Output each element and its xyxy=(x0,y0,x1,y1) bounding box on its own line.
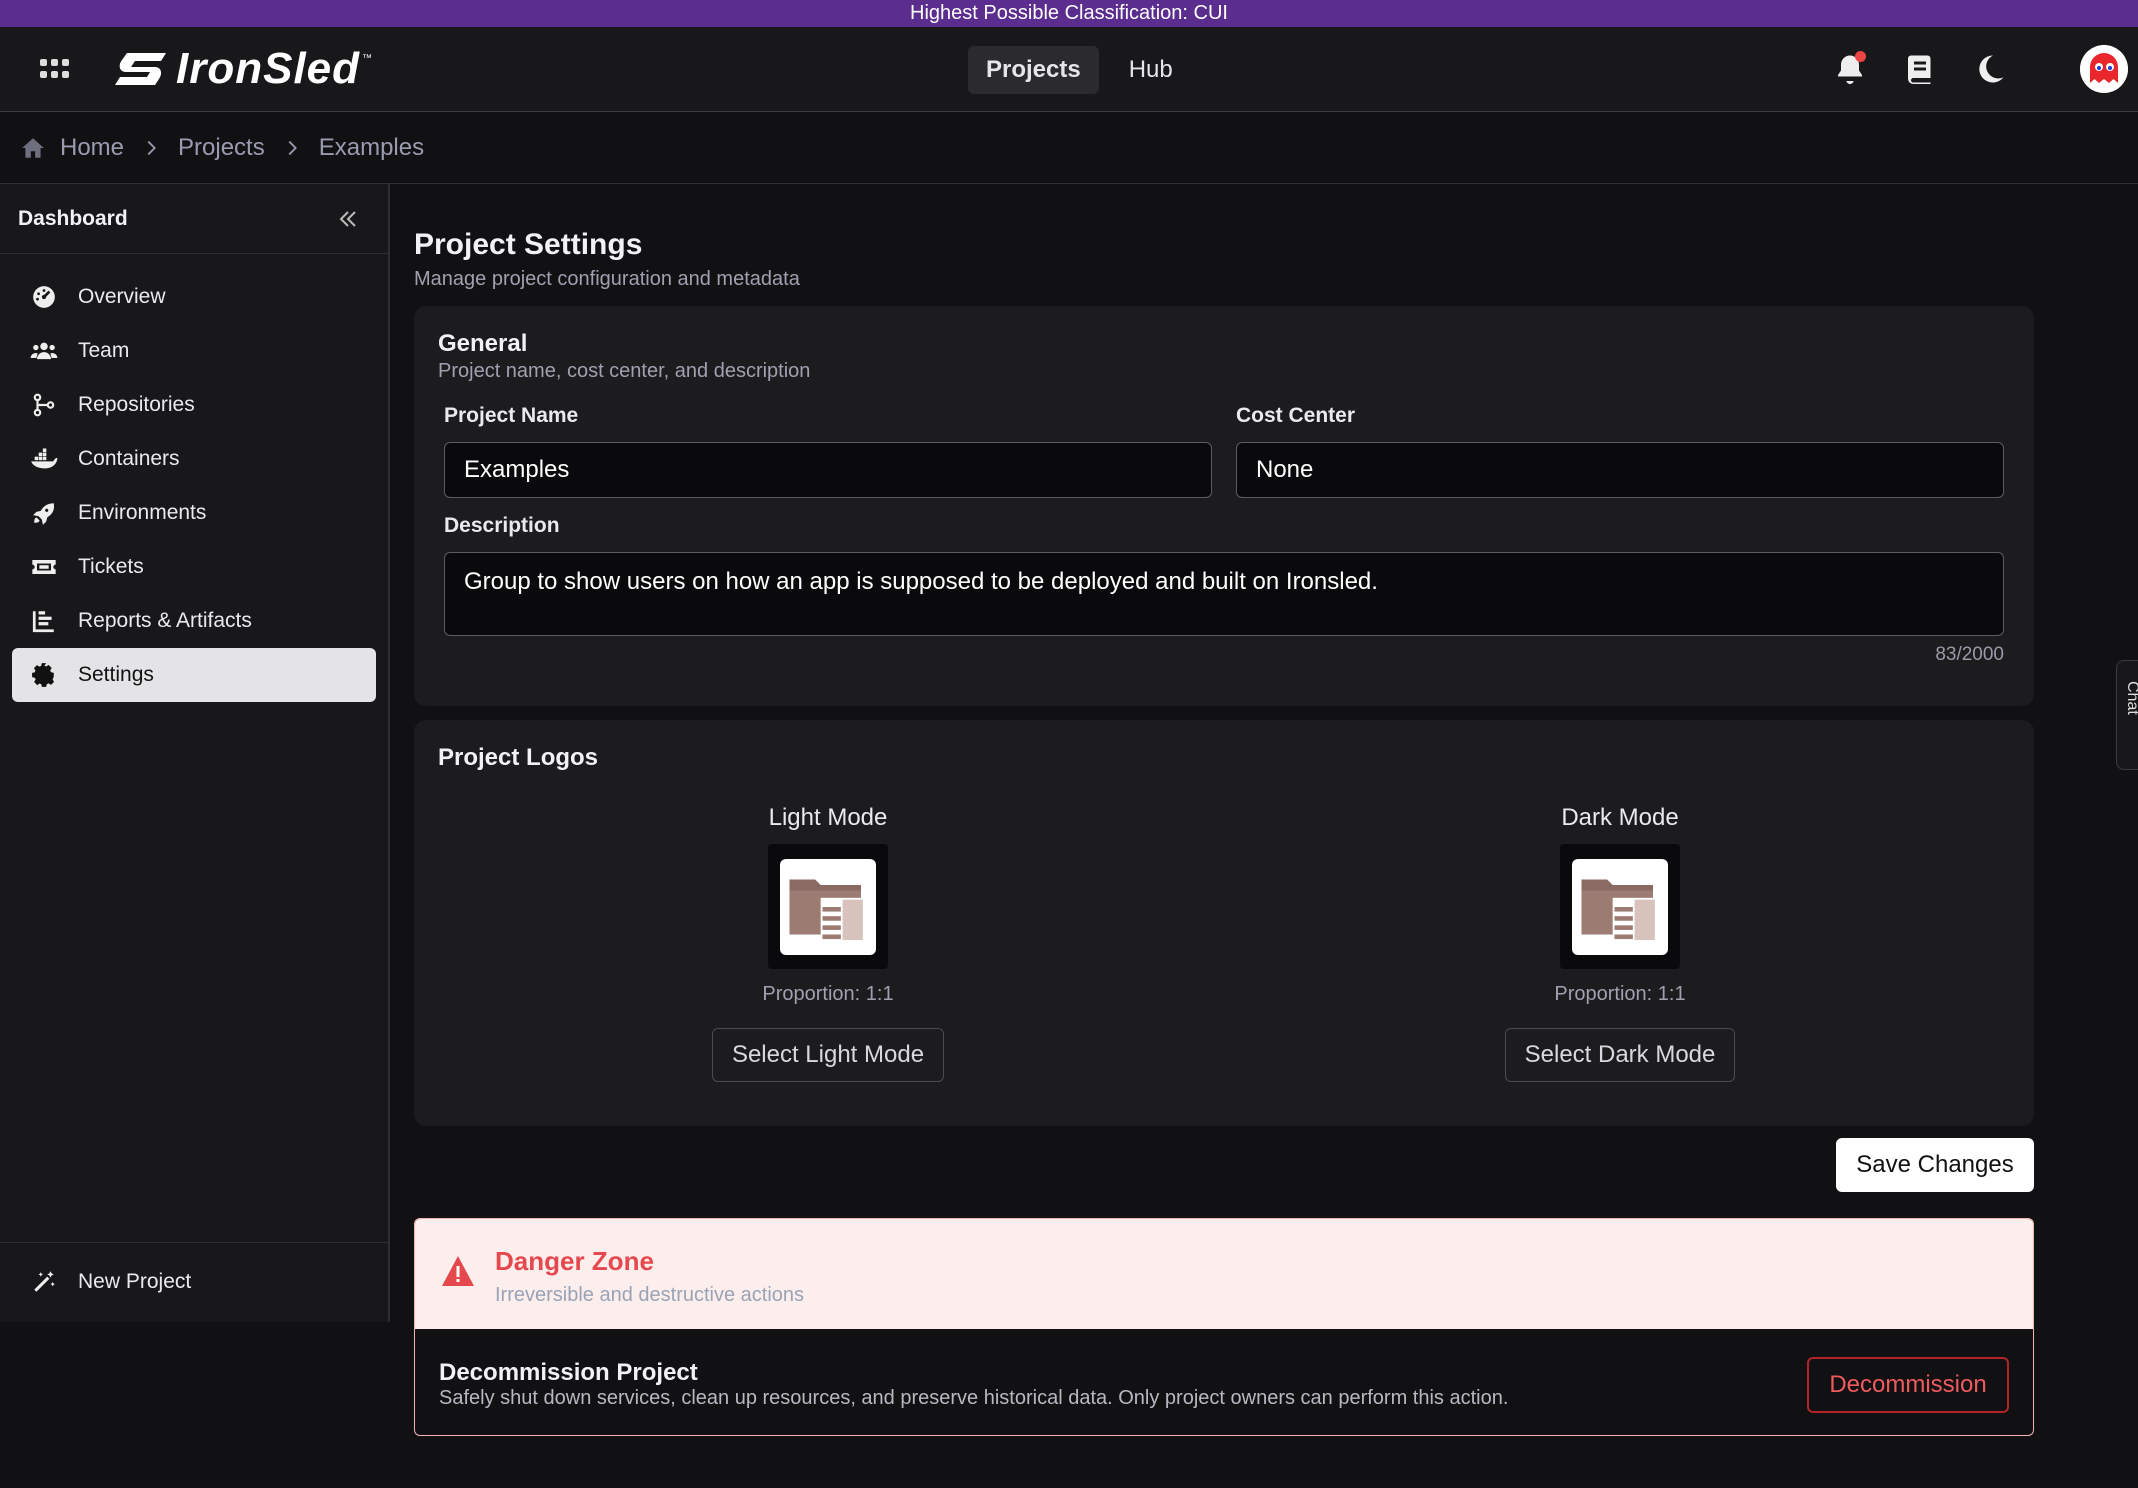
general-card: General Project name, cost center, and d… xyxy=(414,306,2034,706)
select-dark-mode-button[interactable]: Select Dark Mode xyxy=(1504,1028,1736,1082)
description-char-counter: 83/2000 xyxy=(1935,644,2004,665)
sidebar-item-label: Overview xyxy=(78,285,166,308)
danger-zone-header: Danger Zone Irreversible and destructive… xyxy=(415,1219,2033,1329)
new-project-label: New Project xyxy=(78,1270,192,1293)
danger-zone-subtitle: Irreversible and destructive actions xyxy=(495,1284,805,1306)
classification-banner: Highest Possible Classification: CUI xyxy=(0,0,2138,27)
sidebar-item-overview[interactable]: Overview xyxy=(12,270,376,324)
top-nav: Projects Hub xyxy=(968,46,1191,94)
users-icon xyxy=(30,337,58,365)
theme-moon-icon[interactable] xyxy=(1972,51,2008,87)
general-title: General xyxy=(438,330,528,357)
project-logos-card: Project Logos Light Mode Proportion: 1:1… xyxy=(414,720,2034,1126)
sidebar-item-team[interactable]: Team xyxy=(12,324,376,378)
breadcrumb-projects[interactable]: Projects xyxy=(178,134,265,162)
dark-mode-label: Dark Mode xyxy=(1561,804,1679,831)
page-title: Project Settings xyxy=(414,228,643,261)
page-subtitle: Manage project configuration and metadat… xyxy=(414,268,800,290)
folder-document-icon xyxy=(789,879,863,942)
sidebar-item-tickets[interactable]: Tickets xyxy=(12,540,376,594)
chevron-right-icon xyxy=(147,140,156,155)
sidebar-item-settings[interactable]: Settings xyxy=(12,648,376,702)
cost-center-label: Cost Center xyxy=(1236,404,1356,427)
notification-dot xyxy=(1855,51,1866,62)
decommission-title: Decommission Project xyxy=(439,1359,698,1386)
sidebar-item-label: Containers xyxy=(78,447,180,470)
chat-tab-label: Chat xyxy=(2124,681,2138,715)
decommission-button[interactable]: Decommission xyxy=(1807,1357,2009,1413)
sidebar: Dashboard Overview Team Repositories Con… xyxy=(0,184,390,1322)
user-avatar[interactable] xyxy=(2080,45,2128,93)
folder-document-icon xyxy=(1581,879,1655,942)
brand-logo[interactable]: IronSled ™ xyxy=(113,44,373,93)
nav-projects[interactable]: Projects xyxy=(968,46,1099,94)
breadcrumb: Home Projects Examples xyxy=(0,112,2138,184)
gear-icon xyxy=(30,661,58,689)
breadcrumb-examples[interactable]: Examples xyxy=(319,134,424,162)
sidebar-item-label: Tickets xyxy=(78,555,144,578)
chat-tab[interactable]: Chat xyxy=(2116,660,2138,770)
project-logos-title: Project Logos xyxy=(438,744,599,771)
breadcrumb-home[interactable]: Home xyxy=(60,134,124,162)
apps-grid-icon[interactable] xyxy=(40,57,70,81)
sidebar-item-label: Repositories xyxy=(78,393,195,416)
docker-icon xyxy=(30,445,58,473)
sidebar-item-containers[interactable]: Containers xyxy=(12,432,376,486)
project-name-label: Project Name xyxy=(444,404,579,427)
light-mode-logo: Light Mode Proportion: 1:1 Select Light … xyxy=(678,804,978,1082)
light-mode-label: Light Mode xyxy=(768,804,888,831)
nav-hub[interactable]: Hub xyxy=(1111,46,1191,94)
dark-mode-proportion: Proportion: 1:1 xyxy=(1554,983,1686,1005)
sidebar-item-reports[interactable]: Reports & Artifacts xyxy=(12,594,376,648)
danger-zone-title: Danger Zone xyxy=(495,1246,654,1276)
ironsled-logo-icon xyxy=(115,53,166,85)
cost-center-input[interactable]: None xyxy=(1236,442,2004,498)
select-light-mode-button[interactable]: Select Light Mode xyxy=(711,1028,945,1082)
dark-mode-preview xyxy=(1560,844,1680,969)
new-project-button[interactable]: New Project xyxy=(12,1255,376,1309)
magic-wand-icon xyxy=(30,1268,58,1296)
save-changes-button[interactable]: Save Changes xyxy=(1836,1138,2034,1192)
description-label: Description xyxy=(444,514,560,537)
light-mode-preview xyxy=(768,844,888,969)
general-subtitle: Project name, cost center, and descripti… xyxy=(438,360,811,382)
collapse-sidebar-icon[interactable] xyxy=(336,207,360,231)
sidebar-footer: New Project xyxy=(0,1242,388,1322)
bar-chart-icon xyxy=(30,607,58,635)
sidebar-item-label: Reports & Artifacts xyxy=(78,609,252,632)
trademark: ™ xyxy=(362,53,373,64)
sidebar-item-label: Environments xyxy=(78,501,207,524)
home-icon[interactable] xyxy=(20,135,46,161)
danger-zone: Danger Zone Irreversible and destructive… xyxy=(414,1218,2034,1436)
dark-mode-logo: Dark Mode Proportion: 1:1 Select Dark Mo… xyxy=(1470,804,1770,1082)
sidebar-title: Dashboard xyxy=(18,206,128,230)
sidebar-item-label: Settings xyxy=(78,663,154,686)
ticket-icon xyxy=(30,553,58,581)
sidebar-item-label: Team xyxy=(78,339,130,362)
top-navbar: IronSled ™ Projects Hub xyxy=(0,27,2138,112)
decommission-description: Safely shut down services, clean up reso… xyxy=(439,1387,1509,1409)
description-textarea[interactable]: Group to show users on how an app is sup… xyxy=(444,552,2004,636)
warning-triangle-icon xyxy=(442,1256,474,1286)
rocket-icon xyxy=(30,499,58,527)
sidebar-menu: Overview Team Repositories Containers En… xyxy=(0,254,388,702)
docs-book-icon[interactable] xyxy=(1902,51,1938,87)
light-mode-proportion: Proportion: 1:1 xyxy=(762,983,894,1005)
git-branch-icon xyxy=(30,391,58,419)
notifications-bell-icon[interactable] xyxy=(1832,51,1868,87)
sidebar-header: Dashboard xyxy=(0,184,388,254)
gauge-icon xyxy=(30,283,58,311)
project-name-input[interactable]: Examples xyxy=(444,442,1212,498)
sidebar-item-repositories[interactable]: Repositories xyxy=(12,378,376,432)
brand-name: IronSled xyxy=(176,44,361,93)
chevron-right-icon xyxy=(288,140,297,155)
sidebar-item-environments[interactable]: Environments xyxy=(12,486,376,540)
